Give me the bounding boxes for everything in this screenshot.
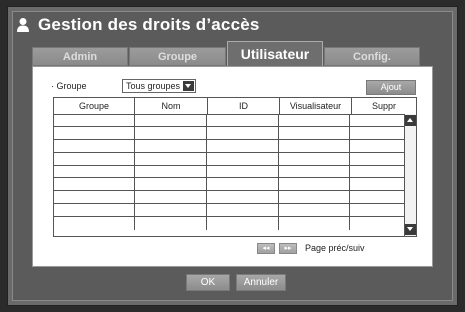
- table-cell: [350, 166, 404, 178]
- table-row[interactable]: [54, 165, 404, 179]
- column-header-id[interactable]: ID: [208, 98, 280, 114]
- scroll-down-icon[interactable]: [405, 224, 416, 235]
- group-filter-select[interactable]: Tous groupes: [122, 79, 196, 93]
- table-cell: [54, 165, 135, 178]
- table-cell: [135, 165, 208, 178]
- table-scrollbar[interactable]: [404, 114, 416, 236]
- table-cell: [54, 114, 135, 126]
- table-cell: [279, 191, 351, 204]
- table-row[interactable]: [54, 139, 404, 153]
- table-cell: [207, 114, 279, 126]
- table-cell: [207, 204, 279, 217]
- column-header-nom[interactable]: Nom: [135, 98, 208, 114]
- table-cell: [207, 165, 279, 178]
- table-cell: [350, 153, 404, 165]
- pager: ◂◂ ▸▸ Page préc/suiv: [257, 241, 365, 255]
- table-header: Groupe Nom ID Visualisateur Suppr: [54, 98, 416, 115]
- table-row[interactable]: [54, 191, 404, 205]
- table-cell: [135, 178, 208, 191]
- table-cell: [135, 152, 208, 165]
- table-cell: [350, 127, 404, 139]
- group-filter-label: · Groupe: [51, 81, 87, 91]
- table-cell: [54, 139, 135, 152]
- table-cell: [350, 114, 404, 126]
- title-bar: Gestion des droits d’accès: [16, 14, 260, 36]
- table-cell: [135, 114, 208, 126]
- tab-admin[interactable]: Admin: [32, 47, 128, 66]
- table-cell: [279, 139, 351, 152]
- tab-config[interactable]: Config.: [324, 47, 420, 66]
- chevron-down-icon[interactable]: [183, 81, 194, 91]
- cancel-button[interactable]: Annuler: [236, 274, 286, 291]
- table-cell: [207, 152, 279, 165]
- table-cell: [279, 217, 351, 231]
- table-cell: [279, 152, 351, 165]
- table-row[interactable]: [54, 217, 404, 231]
- table-cell: [54, 178, 135, 191]
- double-left-icon[interactable]: ◂◂: [257, 242, 275, 254]
- table-cell: [135, 204, 208, 217]
- table-cell: [279, 165, 351, 178]
- ok-button[interactable]: OK: [186, 274, 230, 291]
- double-right-icon[interactable]: ▸▸: [279, 242, 297, 254]
- table-cell: [207, 217, 279, 231]
- tab-utilisateur[interactable]: Utilisateur: [227, 41, 323, 66]
- table-row[interactable]: [54, 114, 404, 127]
- column-header-suppr[interactable]: Suppr: [352, 98, 416, 114]
- table-cell: [207, 178, 279, 191]
- table-cell: [207, 126, 279, 139]
- table-cell: [350, 204, 404, 216]
- table-cell: [207, 139, 279, 152]
- pager-label: Page préc/suiv: [305, 243, 365, 253]
- table-cell: [279, 204, 351, 217]
- table-cell: [350, 191, 404, 203]
- table-row[interactable]: [54, 126, 404, 140]
- table-cell: [54, 191, 135, 204]
- table-cell: [135, 191, 208, 204]
- table-body: [54, 114, 404, 236]
- table-row[interactable]: [54, 178, 404, 192]
- table-row[interactable]: [54, 152, 404, 166]
- user-panel: · Groupe Tous groupes Ajout Groupe Nom I…: [32, 66, 433, 267]
- page-title: Gestion des droits d’accès: [38, 15, 260, 34]
- table-cell: [350, 217, 404, 230]
- table-cell: [54, 152, 135, 165]
- table-cell: [135, 126, 208, 139]
- table-cell: [135, 217, 208, 231]
- table-cell: [207, 191, 279, 204]
- add-button[interactable]: Ajout: [366, 80, 416, 95]
- table-row[interactable]: [54, 204, 404, 218]
- table-cell: [54, 204, 135, 217]
- table-cell: [279, 126, 351, 139]
- user-icon: [16, 17, 30, 33]
- column-header-visualisateur[interactable]: Visualisateur: [280, 98, 352, 114]
- column-header-groupe[interactable]: Groupe: [54, 98, 135, 114]
- table-cell: [135, 139, 208, 152]
- tab-groupe[interactable]: Groupe: [129, 47, 226, 66]
- table-cell: [279, 114, 351, 126]
- table-cell: [54, 217, 135, 231]
- table-cell: [54, 126, 135, 139]
- table-cell: [350, 178, 404, 190]
- table-cell: [350, 140, 404, 152]
- scroll-up-icon[interactable]: [405, 115, 416, 126]
- user-table: Groupe Nom ID Visualisateur Suppr: [53, 97, 417, 237]
- group-filter-value: Tous groupes: [126, 81, 181, 91]
- table-cell: [279, 178, 351, 191]
